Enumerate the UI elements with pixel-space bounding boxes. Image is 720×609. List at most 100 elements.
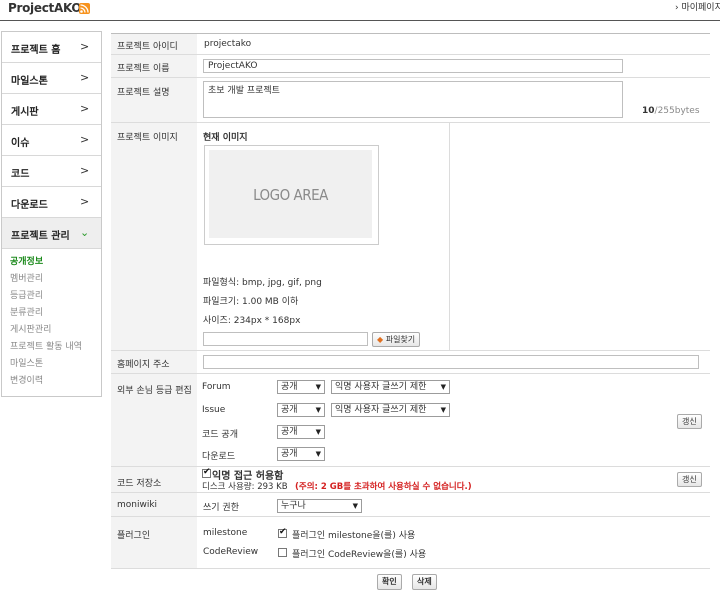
row-divider xyxy=(111,492,710,493)
homepage-input[interactable] xyxy=(203,355,699,369)
sidebar-item-board[interactable]: 게시판 > xyxy=(2,94,101,125)
mypage-link[interactable]: › 마이페이지 xyxy=(675,0,720,13)
sidebar-item-label: 프로젝트 홈 xyxy=(11,45,61,56)
dropdown-arrow-icon: ▼ xyxy=(352,502,358,510)
dropdown-arrow-icon: ▼ xyxy=(315,406,321,414)
anon-access-checkbox[interactable] xyxy=(202,467,211,478)
plugin-name: milestone xyxy=(203,528,248,538)
select-value: 공개 xyxy=(281,382,298,392)
plugin-checkbox-label: 플러그인 milestone을(를) 사용 xyxy=(292,531,416,541)
submenu-members[interactable]: 멤버관리 xyxy=(10,271,43,284)
dropdown-arrow-icon: ▼ xyxy=(440,406,446,414)
submenu-milestone[interactable]: 마일스톤 xyxy=(10,356,43,369)
file-format-info: 파일형식: bmp, jpg, gif, png xyxy=(203,278,322,288)
submenu-changelog[interactable]: 변경이력 xyxy=(10,373,43,386)
select-value: 익명 사용자 글쓰기 제한 xyxy=(335,382,427,392)
disk-warning-text: (주의: 2 GB를 초과하여 사용하실 수 없습니다.) xyxy=(295,482,472,492)
code-access-select[interactable]: 공개 ▼ xyxy=(277,425,325,439)
forum-access-select[interactable]: 공개 ▼ xyxy=(277,380,325,394)
select-value: 공개 xyxy=(281,427,298,437)
chevron-right-icon: > xyxy=(80,71,90,84)
sidebar-item-label: 게시판 xyxy=(11,107,39,118)
submenu-boards[interactable]: 게시판관리 xyxy=(10,322,51,335)
perm-update-button[interactable]: 갱신 xyxy=(677,414,702,429)
moniwiki-write-select[interactable]: 누구나 ▼ xyxy=(277,499,362,513)
project-name-label: 프로젝트 이름 xyxy=(117,64,170,74)
dropdown-arrow-icon: ▼ xyxy=(440,383,446,391)
homepage-label: 홈페이지 주소 xyxy=(117,360,170,370)
disk-usage-text: 디스크 사용량: 293 KB xyxy=(202,482,288,492)
header-bar: ProjectAKO › 마이페이지 xyxy=(0,0,720,21)
guest-perm-label: 외부 손님 등급 편집 xyxy=(117,386,192,396)
issue-access-select[interactable]: 공개 ▼ xyxy=(277,403,325,417)
dropdown-arrow-icon: ▼ xyxy=(315,450,321,458)
sidebar-item-label: 이슈 xyxy=(11,138,30,149)
sidebar-item-issue[interactable]: 이슈 > xyxy=(2,125,101,156)
counter-current: 10 xyxy=(642,106,655,116)
plugins-label: 플러그인 xyxy=(117,531,151,541)
project-id-value: projectako xyxy=(204,39,252,49)
project-desc-textarea[interactable]: 초보 개발 프로젝트 xyxy=(203,81,623,118)
counter-total: /255bytes xyxy=(654,106,700,116)
dropdown-arrow-icon: ▼ xyxy=(315,428,321,436)
sidebar-item-label: 프로젝트 관리 xyxy=(11,231,70,242)
chevron-right-icon: > xyxy=(80,40,90,53)
milestone-plugin-checkbox[interactable] xyxy=(278,527,287,538)
submenu-grades[interactable]: 등급관리 xyxy=(10,288,43,301)
sidebar-item-label: 코드 xyxy=(11,169,30,180)
dropdown-arrow-icon: ▼ xyxy=(315,383,321,391)
file-path-input[interactable] xyxy=(203,332,368,346)
codereview-plugin-checkbox[interactable] xyxy=(278,548,287,557)
plus-icon: ◆ xyxy=(377,335,384,344)
sidebar-item-label: 마일스톤 xyxy=(11,76,48,87)
perm-row-name: Issue xyxy=(202,405,226,415)
project-logo-preview: LOGO AREA xyxy=(204,145,379,245)
file-browse-button[interactable]: ◆ 파일찾기 xyxy=(372,332,421,347)
desc-byte-counter: 10/255bytes xyxy=(642,106,700,116)
submenu-activity[interactable]: 프로젝트 활동 내역 xyxy=(10,339,82,352)
project-image-label: 프로젝트 이미지 xyxy=(117,133,178,143)
file-size-info: 파일크기: 1.00 MB 이하 xyxy=(203,297,299,307)
delete-button[interactable]: 삭제 xyxy=(412,574,437,590)
row-divider xyxy=(111,350,710,351)
current-image-title: 현재 이미지 xyxy=(203,133,248,143)
project-id-label: 프로젝트 아이디 xyxy=(117,42,178,52)
row-divider xyxy=(111,373,710,374)
perm-row-name: 코드 공개 xyxy=(202,430,238,440)
submenu-public-info[interactable]: 공개정보 xyxy=(10,254,43,267)
perm-row-name: Forum xyxy=(202,382,231,392)
chevron-right-icon: > xyxy=(80,195,90,208)
select-value: 공개 xyxy=(281,405,298,415)
row-divider xyxy=(111,466,710,467)
logo-text: LOGO AREA xyxy=(253,186,328,204)
code-repo-label: 코드 저장소 xyxy=(117,479,162,489)
image-dimension-info: 사이즈: 234px * 168px xyxy=(203,316,301,326)
select-value: 공개 xyxy=(281,449,298,459)
sidebar-item-download[interactable]: 다운로드 > xyxy=(2,187,101,218)
row-divider xyxy=(111,77,710,78)
sidebar-item-project-home[interactable]: 프로젝트 홈 > xyxy=(2,32,101,63)
select-value: 익명 사용자 글쓰기 제한 xyxy=(335,405,427,415)
forum-write-select[interactable]: 익명 사용자 글쓰기 제한 ▼ xyxy=(331,380,450,394)
confirm-button[interactable]: 확인 xyxy=(377,574,402,590)
chevron-down-icon: ⌄ xyxy=(80,226,90,239)
issue-write-select[interactable]: 익명 사용자 글쓰기 제한 ▼ xyxy=(331,403,450,417)
submenu-categories[interactable]: 분류관리 xyxy=(10,305,43,318)
row-divider xyxy=(111,568,710,569)
project-settings-form: 프로젝트 아이디 projectako 프로젝트 이름 ProjectAKO 프… xyxy=(111,33,710,569)
sidebar-item-code[interactable]: 코드 > xyxy=(2,156,101,187)
chevron-right-icon: > xyxy=(80,133,90,146)
sidebar: 프로젝트 홈 > 마일스톤 > 게시판 > 이슈 > 코드 > 다운로드 > 프… xyxy=(1,31,102,397)
sidebar-item-project-admin[interactable]: 프로젝트 관리 ⌄ xyxy=(2,218,101,249)
chevron-right-icon: > xyxy=(80,102,90,115)
project-name-input[interactable]: ProjectAKO xyxy=(203,59,623,73)
plugin-name: CodeReview xyxy=(203,547,259,557)
download-access-select[interactable]: 공개 ▼ xyxy=(277,447,325,461)
sidebar-item-milestone[interactable]: 마일스톤 > xyxy=(2,63,101,94)
moniwiki-label: moniwiki xyxy=(117,500,158,510)
repo-update-button[interactable]: 갱신 xyxy=(677,472,702,487)
chevron-right-icon: > xyxy=(80,164,90,177)
rss-icon[interactable] xyxy=(79,3,90,14)
site-title[interactable]: ProjectAKO xyxy=(8,1,82,15)
row-divider xyxy=(111,54,710,55)
